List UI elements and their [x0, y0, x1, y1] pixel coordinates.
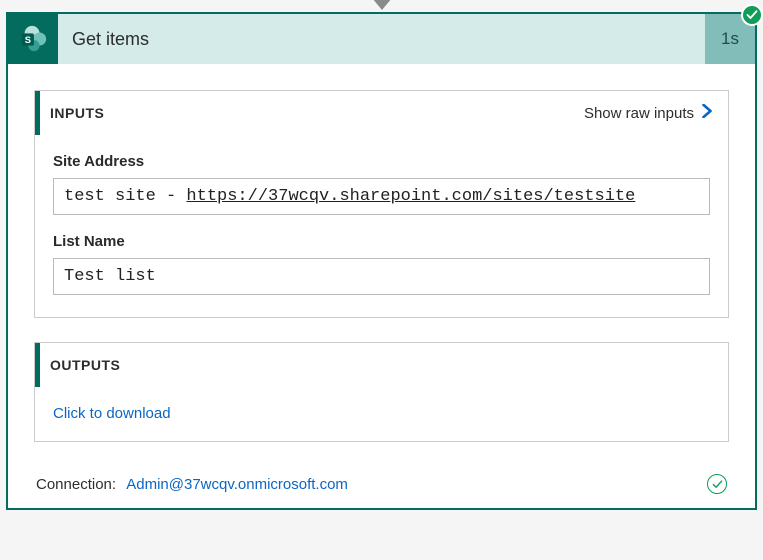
site-address-link[interactable]: https://37wcqv.sharepoint.com/sites/test… [186, 187, 635, 206]
connection-label: Connection: [36, 476, 116, 493]
card-footer: Connection: Admin@37wcqv.onmicrosoft.com [34, 466, 729, 494]
list-name-value: Test list [53, 258, 710, 295]
outputs-title: OUTPUTS [50, 357, 120, 373]
connection-info: Connection: Admin@37wcqv.onmicrosoft.com [36, 476, 348, 493]
inputs-title: INPUTS [50, 105, 104, 121]
inputs-header: INPUTS Show raw inputs [35, 91, 728, 135]
list-name-label: List Name [53, 233, 710, 250]
connection-status-icon [707, 474, 727, 494]
status-success-icon [741, 4, 763, 26]
show-raw-inputs-label: Show raw inputs [584, 105, 694, 122]
site-address-prefix: test site - [64, 187, 186, 206]
list-name-field: List Name Test list [53, 233, 710, 295]
action-card: S Get items 1s INPUTS Show raw inputs Si… [6, 12, 757, 510]
download-link[interactable]: Click to download [53, 405, 171, 422]
sharepoint-icon: S [8, 14, 58, 64]
site-address-value: test site - https://37wcqv.sharepoint.co… [53, 178, 710, 215]
site-address-label: Site Address [53, 153, 710, 170]
inputs-panel: INPUTS Show raw inputs Site Address test… [34, 90, 729, 318]
card-content: INPUTS Show raw inputs Site Address test… [8, 64, 755, 508]
connector-arrow-icon [372, 0, 392, 10]
chevron-right-icon [700, 104, 714, 122]
connection-value[interactable]: Admin@37wcqv.onmicrosoft.com [126, 476, 348, 493]
site-address-field: Site Address test site - https://37wcqv.… [53, 153, 710, 215]
action-title: Get items [58, 14, 705, 64]
outputs-header: OUTPUTS [35, 343, 728, 387]
svg-text:S: S [25, 35, 31, 45]
show-raw-inputs-button[interactable]: Show raw inputs [584, 104, 714, 122]
card-header: S Get items 1s [8, 14, 755, 64]
outputs-panel: OUTPUTS Click to download [34, 342, 729, 442]
outputs-body: Click to download [35, 387, 728, 441]
inputs-body: Site Address test site - https://37wcqv.… [35, 135, 728, 317]
